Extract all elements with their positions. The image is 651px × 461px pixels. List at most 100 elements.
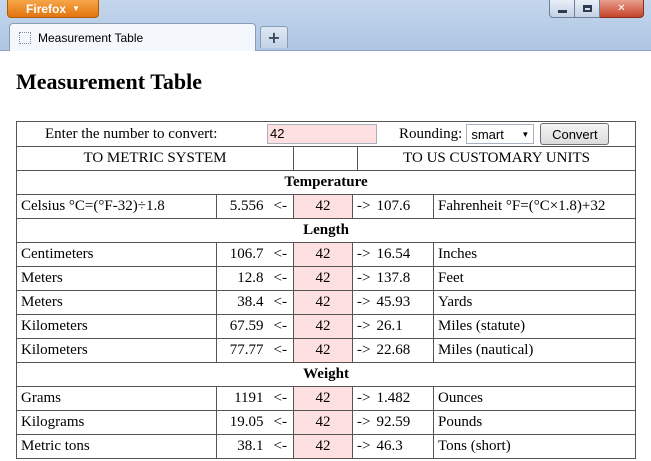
us-value: 22.68 — [376, 342, 411, 358]
us-value-cell: -> 137.8 — [352, 266, 434, 291]
metric-value-cell: 12.8 <- — [216, 266, 294, 291]
us-value: 137.8 — [376, 270, 411, 286]
section-title: Temperature — [15, 170, 637, 195]
metric-value-cell: 67.59 <- — [216, 314, 294, 339]
left-arrow: <- — [273, 270, 287, 286]
us-value-cell: -> 26.1 — [352, 314, 434, 339]
dropdown-arrow-icon: ▼ — [72, 4, 80, 13]
minimize-button[interactable] — [549, 0, 575, 18]
to-us-header-cell: TO US CUSTOMARY UNITS — [292, 146, 637, 171]
right-arrow: -> — [357, 342, 371, 358]
browser-chrome: Firefox ▼ ✕ Measurement Table + — [0, 0, 651, 51]
right-arrow: -> — [357, 414, 371, 430]
metric-value: 77.77 — [229, 342, 264, 358]
page-content: Measurement Table Enter the number to co… — [0, 51, 651, 461]
metric-value: 19.05 — [229, 414, 264, 430]
metric-unit-label: Centimeters — [16, 242, 217, 267]
input-echo-value: 42 — [293, 290, 353, 315]
left-arrow: <- — [273, 414, 287, 430]
metric-unit-label: Grams — [16, 386, 217, 411]
metric-value: 38.1 — [237, 438, 264, 454]
us-value-cell: -> 107.6 — [352, 194, 434, 219]
metric-value-cell: 19.05 <- — [216, 410, 294, 435]
us-value: 107.6 — [376, 198, 411, 214]
input-echo-value: 42 — [293, 386, 353, 411]
conversion-row: Metric tons 38.1 <- 42 -> 46.3 Tons (short) — [16, 434, 637, 459]
metric-value-cell: 38.1 <- — [216, 434, 294, 459]
firefox-menu-button[interactable]: Firefox ▼ — [7, 0, 99, 18]
us-value: 26.1 — [376, 318, 403, 334]
input-echo-value: 42 — [293, 242, 353, 267]
us-value-cell: -> 16.54 — [352, 242, 434, 267]
page-icon — [19, 31, 31, 44]
window-controls: ✕ — [549, 0, 644, 18]
conversion-row: Meters 38.4 <- 42 -> 45.93 Yards — [16, 290, 637, 315]
us-value: 1.482 — [376, 390, 411, 406]
rounding-selected-value: smart — [471, 126, 504, 142]
maximize-button[interactable] — [575, 0, 600, 18]
new-tab-button[interactable]: + — [260, 26, 288, 48]
conversion-row: Meters 12.8 <- 42 -> 137.8 Feet — [16, 266, 637, 291]
metric-unit-label: Meters — [16, 290, 217, 315]
left-arrow: <- — [273, 390, 287, 406]
rounding-select[interactable]: smart ▼ — [466, 124, 535, 144]
close-button[interactable]: ✕ — [600, 0, 644, 18]
left-arrow: <- — [273, 294, 287, 310]
us-value-cell: -> 92.59 — [352, 410, 434, 435]
to-metric-header: TO METRIC SYSTEM — [16, 146, 294, 171]
metric-value: 5.556 — [229, 198, 264, 214]
conversion-row: Celsius °C=(°F-32)÷1.8 5.556 <- 42 -> 107.6 Fa… — [16, 194, 637, 219]
section-header-row: Temperature — [15, 170, 637, 195]
us-unit-label: Ounces — [432, 386, 637, 411]
right-arrow: -> — [357, 390, 371, 406]
tab-measurement-table[interactable]: Measurement Table — [9, 23, 256, 51]
us-unit-label: Tons (short) — [432, 434, 637, 459]
to-us-header: TO US CUSTOMARY UNITS — [357, 147, 635, 170]
input-row: Enter the number to convert: 42 Rounding… — [15, 121, 637, 147]
page-title: Measurement Table — [16, 69, 202, 94]
metric-value: 106.7 — [229, 246, 264, 262]
minimize-icon — [557, 10, 567, 13]
right-arrow: -> — [357, 318, 371, 334]
input-label: Enter the number to convert: — [45, 125, 218, 142]
metric-value-cell: 5.556 <- — [216, 194, 294, 219]
us-unit-label: Inches — [432, 242, 637, 267]
us-value-cell: -> 22.68 — [352, 338, 434, 363]
number-input[interactable]: 42 — [267, 124, 377, 144]
input-echo-value: 42 — [293, 194, 353, 219]
close-icon: ✕ — [617, 3, 626, 14]
left-arrow: <- — [273, 438, 287, 454]
input-echo-value: 42 — [293, 410, 353, 435]
plus-icon: + — [267, 28, 281, 47]
us-value: 16.54 — [376, 246, 411, 262]
left-arrow: <- — [273, 318, 287, 334]
metric-value-cell: 38.4 <- — [216, 290, 294, 315]
conversion-row: Grams 1191 <- 42 -> 1.482 Ounces — [16, 386, 637, 411]
us-value-cell: -> 1.482 — [352, 386, 434, 411]
left-arrow: <- — [273, 198, 287, 214]
input-echo-value: 42 — [293, 338, 353, 363]
metric-unit-label: Kilometers — [16, 314, 217, 339]
metric-value: 1191 — [234, 390, 264, 406]
metric-unit-label: Celsius °C=(°F-32)÷1.8 — [16, 194, 217, 219]
us-unit-label: Miles (nautical) — [432, 338, 637, 363]
input-echo-value: 42 — [293, 266, 353, 291]
conversion-row: Kilometers 77.77 <- 42 -> 22.68 Miles (nautica… — [16, 338, 637, 363]
right-arrow: -> — [357, 294, 371, 310]
us-unit-label: Yards — [432, 290, 637, 315]
metric-value: 67.59 — [229, 318, 264, 334]
left-arrow: <- — [273, 342, 287, 358]
firefox-menu-label: Firefox — [26, 1, 67, 16]
section-title: Weight — [15, 362, 637, 387]
tab-title: Measurement Table — [38, 30, 144, 45]
metric-value: 12.8 — [237, 270, 264, 286]
convert-button[interactable]: Convert — [540, 123, 610, 145]
metric-unit-label: Metric tons — [16, 434, 217, 459]
section-title: Length — [15, 218, 637, 243]
left-arrow: <- — [273, 246, 287, 262]
us-value: 46.3 — [376, 438, 403, 454]
metric-value-cell: 77.77 <- — [216, 338, 294, 363]
metric-value-cell: 1191 <- — [216, 386, 294, 411]
input-echo-value: 42 — [293, 314, 353, 339]
metric-value-cell: 106.7 <- — [216, 242, 294, 267]
